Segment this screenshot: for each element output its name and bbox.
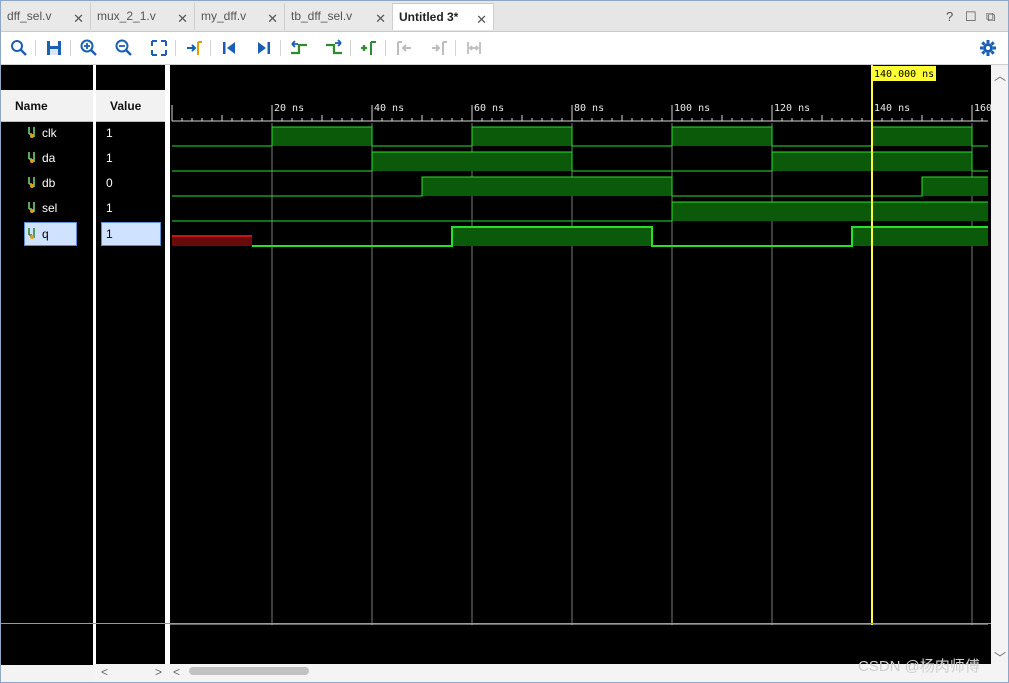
tab-tb-dff-sel[interactable]: tb_dff_sel.v ✕ bbox=[285, 3, 393, 30]
vertical-scrollbar[interactable]: ︿ ﹀ bbox=[991, 65, 1008, 665]
waveform-high-clk bbox=[872, 127, 972, 146]
tab-dff-sel[interactable]: dff_sel.v ✕ bbox=[1, 3, 91, 30]
ruler-label: 60 ns bbox=[474, 103, 504, 114]
go-to-cursor-icon[interactable] bbox=[184, 38, 204, 58]
value-text: 1 bbox=[106, 227, 113, 241]
tab-my-dff[interactable]: my_dff.v ✕ bbox=[195, 3, 285, 30]
value-column-header[interactable]: Value bbox=[96, 90, 165, 122]
go-to-time-0-icon[interactable] bbox=[219, 38, 239, 58]
zoom-fit-icon[interactable] bbox=[149, 38, 169, 58]
waveform-toolbar bbox=[1, 32, 1008, 65]
logic-signal-icon bbox=[28, 202, 35, 213]
logic-signal-icon bbox=[28, 228, 35, 239]
scroll-left-icon[interactable]: < bbox=[101, 665, 108, 679]
add-marker-icon[interactable] bbox=[359, 38, 379, 58]
signal-name: q bbox=[42, 227, 49, 241]
ruler-label: 140 ns bbox=[874, 103, 910, 114]
close-icon[interactable]: ✕ bbox=[177, 11, 188, 27]
signal-value-pane: Value 1 1 0 1 1 bbox=[96, 65, 165, 665]
ruler-label: 80 ns bbox=[574, 103, 604, 114]
horizontal-scroll-thumb[interactable] bbox=[189, 667, 309, 675]
signal-value-sel: 1 bbox=[102, 197, 160, 219]
signal-name: da bbox=[42, 151, 56, 165]
waveform-canvas[interactable]: 20 ns 40 ns 60 ns 80 ns 100 ns 120 ns 140 ns 16… bbox=[170, 65, 991, 665]
close-icon[interactable]: ✕ bbox=[375, 11, 386, 27]
search-icon[interactable] bbox=[9, 38, 29, 58]
ruler-label: 100 ns bbox=[674, 103, 710, 114]
ruler-label: 40 ns bbox=[374, 103, 404, 114]
signal-value-db: 0 bbox=[102, 172, 160, 194]
signal-name-pane: Name clk da db sel q bbox=[1, 65, 93, 665]
scroll-left-icon[interactable]: < bbox=[173, 665, 180, 679]
waveform-high-db bbox=[422, 177, 672, 196]
signal-name: clk bbox=[42, 126, 57, 140]
waveform-high-sel bbox=[672, 202, 988, 221]
name-column-header[interactable]: Name bbox=[1, 90, 93, 122]
tab-label: my_dff.v bbox=[201, 9, 247, 23]
signal-row-clk[interactable]: clk bbox=[25, 122, 89, 144]
go-to-last-time-icon[interactable] bbox=[254, 38, 274, 58]
value-text: 1 bbox=[106, 201, 113, 215]
waveform-viewer[interactable]: 20 ns 40 ns 60 ns 80 ns 100 ns 120 ns 140 ns 16… bbox=[170, 65, 991, 665]
value-text: 0 bbox=[106, 176, 113, 190]
tab-untitled-3[interactable]: Untitled 3* ✕ bbox=[393, 3, 494, 30]
signal-value-clk: 1 bbox=[102, 122, 160, 144]
tab-label: dff_sel.v bbox=[7, 9, 52, 23]
tab-label: mux_2_1.v bbox=[97, 9, 156, 23]
close-icon[interactable]: ✕ bbox=[73, 11, 84, 27]
zoom-out-icon[interactable] bbox=[114, 38, 134, 58]
close-icon[interactable]: ✕ bbox=[476, 12, 487, 28]
tab-label: tb_dff_sel.v bbox=[291, 9, 353, 23]
signal-name: db bbox=[42, 176, 56, 190]
logic-signal-icon bbox=[28, 152, 35, 163]
signal-value-da: 1 bbox=[102, 147, 160, 169]
ruler-label: 20 ns bbox=[274, 103, 304, 114]
logic-signal-icon bbox=[28, 177, 35, 188]
scroll-up-icon[interactable]: ︿ bbox=[994, 67, 1006, 84]
settings-icon[interactable] bbox=[978, 38, 998, 58]
restore-icon[interactable]: ☐ bbox=[965, 9, 977, 25]
signal-row-da[interactable]: da bbox=[25, 147, 89, 169]
next-transition-icon[interactable] bbox=[324, 38, 344, 58]
tab-mux-2-1[interactable]: mux_2_1.v ✕ bbox=[91, 3, 195, 30]
scroll-right-icon[interactable]: > bbox=[155, 665, 162, 679]
close-icon[interactable]: ✕ bbox=[267, 11, 278, 27]
save-icon[interactable] bbox=[44, 38, 64, 58]
next-marker-icon[interactable] bbox=[429, 38, 449, 58]
signal-value-q[interactable]: 1 bbox=[101, 222, 161, 246]
divider bbox=[1, 623, 991, 624]
ruler-label: 120 ns bbox=[774, 103, 810, 114]
waveform-unknown-q bbox=[172, 236, 252, 246]
watermark: CSDN @杨肉师傅 bbox=[858, 658, 980, 675]
help-icon[interactable]: ? bbox=[946, 9, 953, 24]
cursor-time-label: 140.000 ns bbox=[874, 69, 934, 80]
signal-row-db[interactable]: db bbox=[25, 172, 89, 194]
value-text: 1 bbox=[106, 126, 113, 140]
swap-cursors-icon[interactable] bbox=[464, 38, 484, 58]
waveform-high-clk bbox=[672, 127, 772, 146]
waveform-window: dff_sel.v ✕ mux_2_1.v ✕ my_dff.v ✕ tb_df… bbox=[0, 0, 1009, 683]
popout-icon[interactable]: ⧉ bbox=[986, 9, 995, 25]
tab-bar: dff_sel.v ✕ mux_2_1.v ✕ my_dff.v ✕ tb_df… bbox=[1, 1, 1008, 32]
waveform-high-clk bbox=[272, 127, 372, 146]
signal-row-q[interactable]: q bbox=[24, 222, 77, 246]
waveform-high-db bbox=[922, 177, 988, 196]
tab-label: Untitled 3* bbox=[399, 10, 459, 24]
signal-name: sel bbox=[42, 201, 58, 215]
previous-transition-icon[interactable] bbox=[289, 38, 309, 58]
signal-row-sel[interactable]: sel bbox=[25, 197, 89, 219]
ruler-label: 160 ns bbox=[974, 103, 991, 114]
waveform-high-clk bbox=[472, 127, 572, 146]
waveform-high-da bbox=[372, 152, 572, 171]
previous-marker-icon[interactable] bbox=[394, 38, 414, 58]
logic-signal-icon bbox=[28, 127, 35, 138]
zoom-in-icon[interactable] bbox=[79, 38, 99, 58]
value-text: 1 bbox=[106, 151, 113, 165]
waveform-high-q bbox=[452, 227, 652, 246]
